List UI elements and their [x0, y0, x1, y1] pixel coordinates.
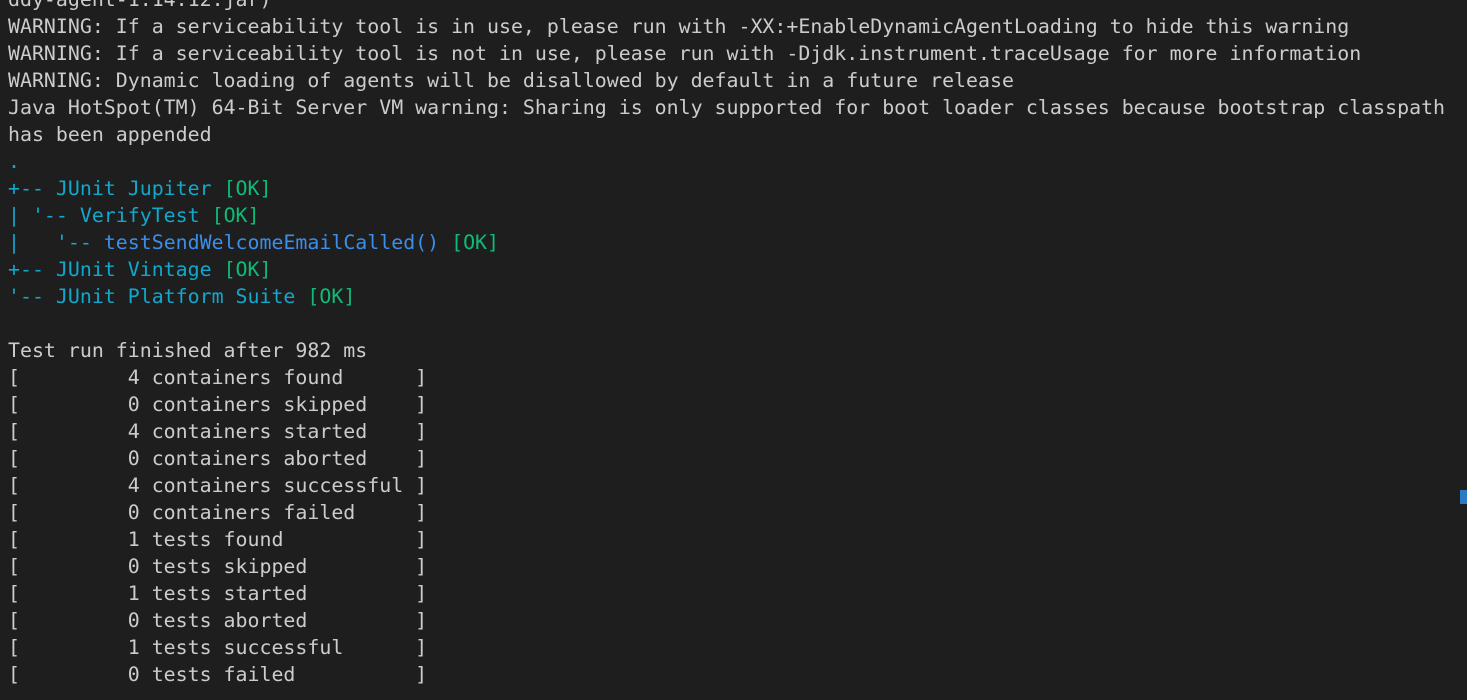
tree-prefix: +--: [8, 258, 56, 281]
summary-line: [ 4 containers started ]: [8, 420, 428, 443]
tree-node-label: VerifyTest: [79, 204, 200, 227]
summary-title: Test run finished after 982 ms: [8, 339, 368, 362]
tree-node-label: JUnit Jupiter: [55, 177, 212, 200]
summary-line: [ 0 tests aborted ]: [8, 609, 428, 632]
ok-status: [OK]: [211, 204, 260, 227]
tree-node-test-method: | '-- testSendWelcomeEmailCalled() [OK]: [8, 229, 1467, 256]
summary-line: [ 0 tests failed ]: [8, 663, 428, 686]
summary-line: [ 4 containers successful ]: [8, 474, 428, 497]
summary-line: [ 1 tests found ]: [8, 528, 428, 551]
tree-node-junit-jupiter: +-- JUnit Jupiter [OK]: [8, 175, 1467, 202]
tree-prefix: '--: [8, 285, 56, 308]
terminal-output: ddy-agent-1.14.12.jar) WARNING: If a ser…: [8, 0, 1467, 688]
tree-node-label: JUnit Platform Suite: [55, 285, 296, 308]
ok-status: [OK]: [307, 285, 356, 308]
summary-line: [ 0 containers aborted ]: [8, 447, 428, 470]
tree-node-junit-platform-suite: '-- JUnit Platform Suite [OK]: [8, 283, 1467, 310]
terminal-panel[interactable]: ddy-agent-1.14.12.jar) WARNING: If a ser…: [0, 0, 1467, 700]
tree-node-verify-test: | '-- VerifyTest [OK]: [8, 202, 1467, 229]
tree-node-junit-vintage: +-- JUnit Vintage [OK]: [8, 256, 1467, 283]
summary-line: [ 0 containers failed ]: [8, 501, 428, 524]
ok-status: [OK]: [223, 177, 272, 200]
summary-line: [ 1 tests started ]: [8, 582, 428, 605]
jvm-warning-line: has been appended: [8, 123, 212, 146]
tree-prefix: | '--: [8, 231, 104, 254]
summary-line: [ 0 tests skipped ]: [8, 555, 428, 578]
tree-root: .: [8, 150, 20, 173]
tree-node-label: JUnit Vintage: [55, 258, 212, 281]
warning-line: WARNING: Dynamic loading of agents will …: [8, 69, 1014, 92]
ok-status: [OK]: [451, 231, 500, 254]
jvm-warning-line: Java HotSpot(TM) 64-Bit Server VM warnin…: [8, 96, 1446, 119]
summary-line: [ 1 tests successful ]: [8, 636, 428, 659]
tree-prefix: | '--: [8, 204, 80, 227]
warning-line: WARNING: If a serviceability tool is in …: [8, 15, 1350, 38]
tree-node-label: testSendWelcomeEmailCalled(): [103, 231, 440, 254]
ok-status: [OK]: [223, 258, 272, 281]
warning-line: WARNING: If a serviceability tool is not…: [8, 42, 1362, 65]
output-line: ddy-agent-1.14.12.jar): [8, 0, 1467, 13]
summary-line: [ 4 containers found ]: [8, 366, 428, 389]
summary-line: [ 0 containers skipped ]: [8, 393, 428, 416]
scrollbar-marker[interactable]: [1460, 490, 1467, 504]
tree-prefix: +--: [8, 177, 56, 200]
